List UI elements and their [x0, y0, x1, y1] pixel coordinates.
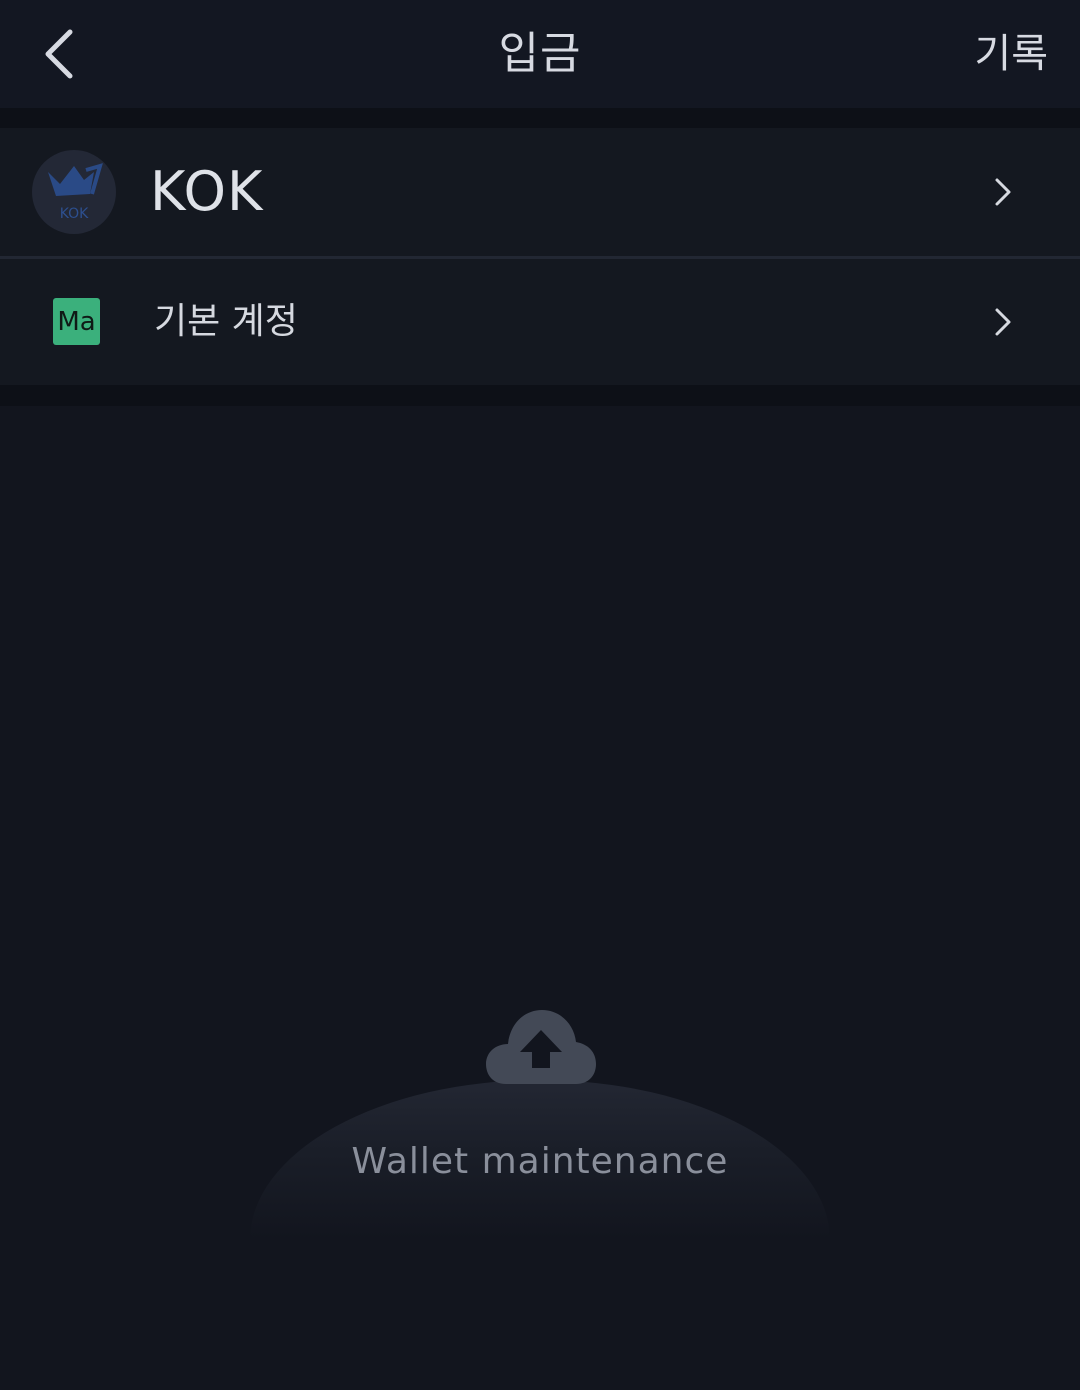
deposit-page: 입금 기록 KOK KOK Ma 기본 계정 Wallet maintenanc… [0, 0, 1080, 1390]
account-label: 기본 계정 [154, 301, 298, 342]
account-badge: Ma [53, 298, 100, 345]
section-divider [0, 108, 1080, 128]
coin-name: KOK [150, 160, 264, 223]
maintenance-message: Wallet maintenance [351, 1141, 729, 1182]
chevron-right-icon [988, 302, 1018, 342]
history-button[interactable]: 기록 [974, 24, 1048, 84]
cloud-upload-icon [486, 1010, 596, 1084]
page-title: 입금 [498, 28, 582, 79]
crown-icon: KOK [48, 163, 103, 222]
chevron-right-icon [988, 172, 1018, 212]
top-bar: 입금 기록 [0, 0, 1080, 108]
maintenance-state: Wallet maintenance [0, 1000, 1080, 1240]
coin-selector[interactable]: KOK KOK [0, 128, 1080, 256]
coin-logo-text: KOK [60, 206, 89, 222]
coin-logo: KOK [32, 150, 116, 234]
section-divider [0, 385, 1080, 406]
account-selector[interactable]: Ma 기본 계정 [0, 259, 1080, 385]
